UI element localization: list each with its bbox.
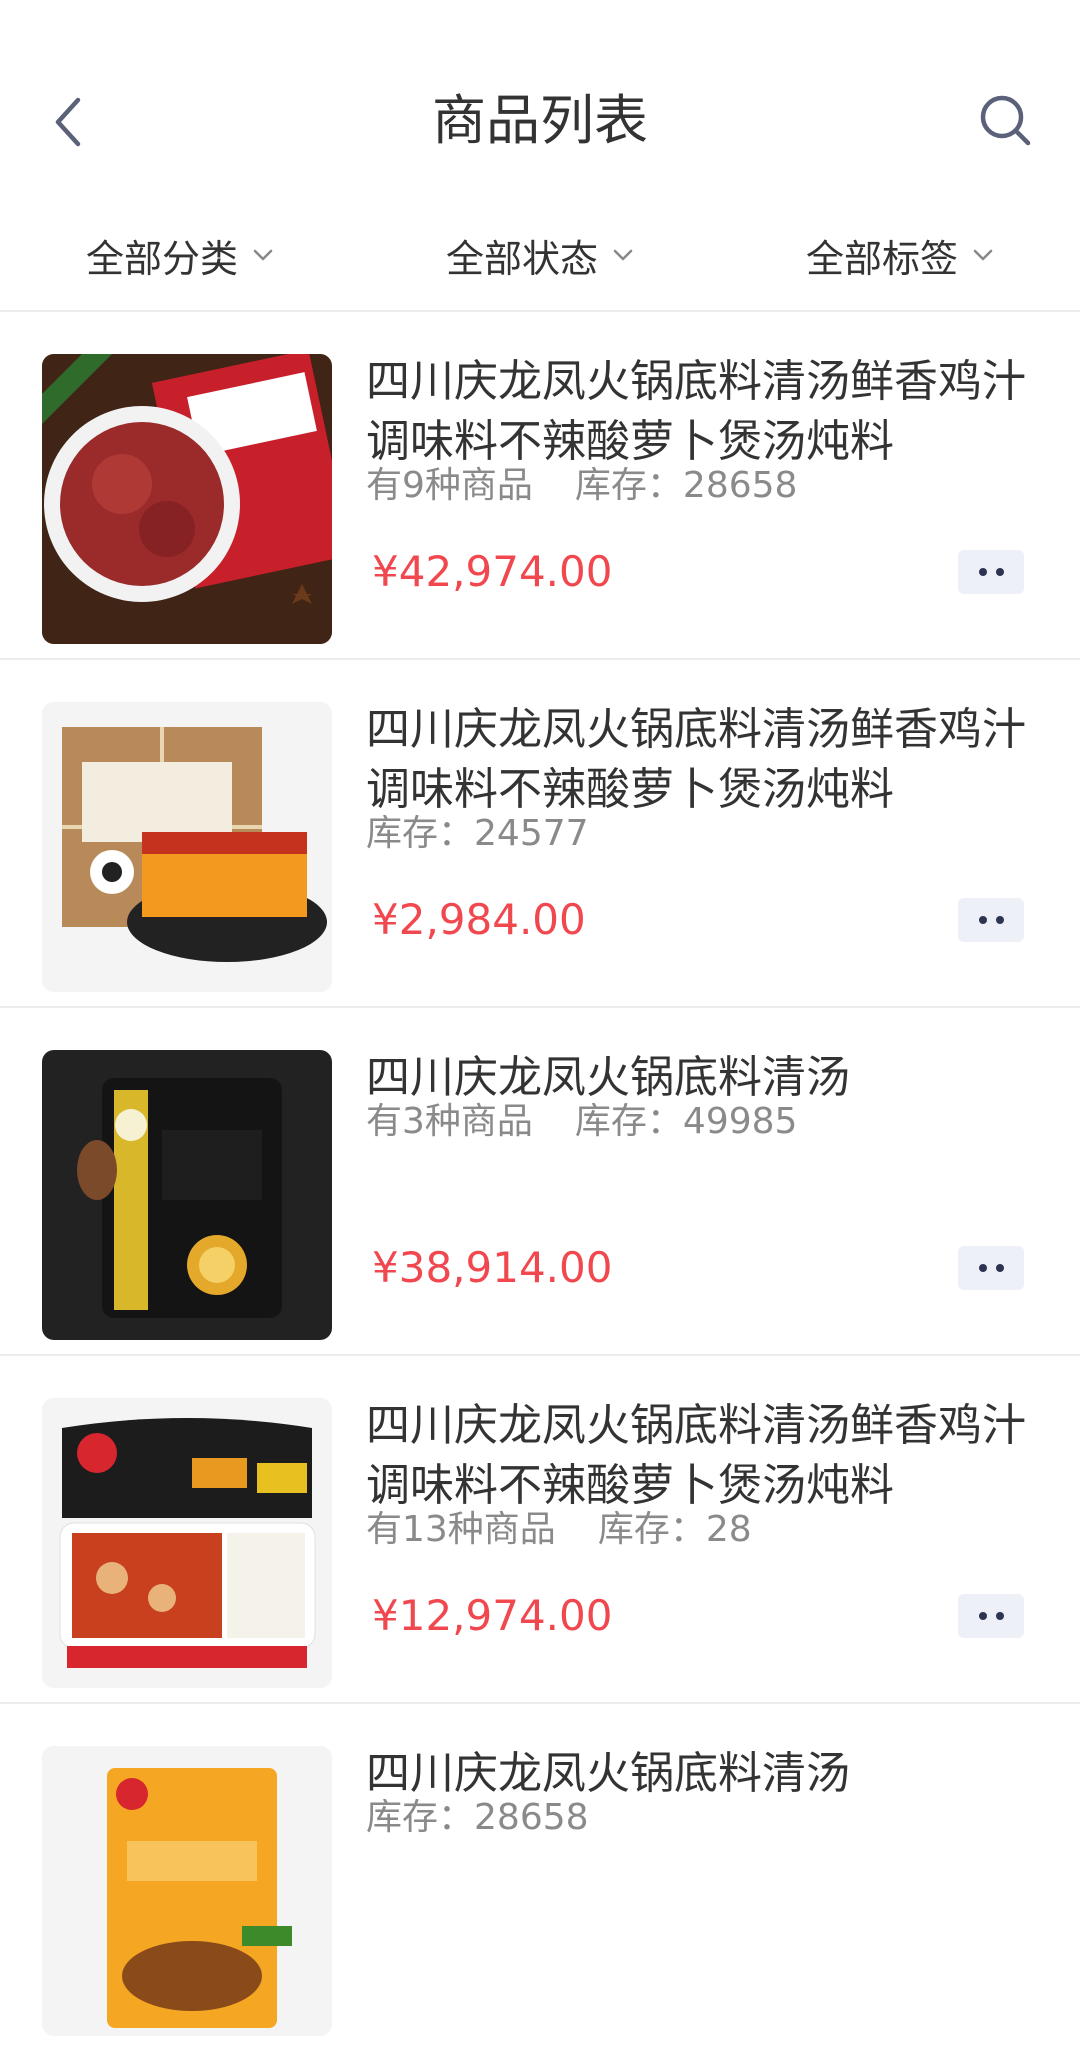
product-meta: 库存：24577 [366, 810, 589, 858]
product-variants: 有9种商品 [366, 465, 533, 506]
more-dot-icon [995, 916, 1004, 924]
search-icon [980, 95, 1031, 146]
more-button[interactable] [958, 550, 1024, 594]
product-item[interactable]: 四川庆龙凤火锅底料清汤鲜香鸡汁调味料不辣酸萝卜煲汤炖料 有13种商品 库存：28 … [0, 1356, 1080, 1704]
product-meta: 有3种商品 库存：49985 [366, 1098, 797, 1146]
product-name: 四川庆龙凤火锅底料清汤鲜香鸡汁调味料不辣酸萝卜煲汤炖料 [366, 1400, 1026, 1511]
filter-bar: 全部分类 全部状态 全部标签 [0, 210, 1080, 300]
product-stock: 24577 [474, 813, 589, 854]
product-stock: 28658 [474, 1797, 589, 1838]
filter-status-label: 全部状态 [445, 236, 598, 281]
more-button[interactable] [958, 898, 1024, 942]
product-meta: 有9种商品 库存：28658 [366, 462, 797, 510]
product-stock-label: 库存： [366, 1797, 475, 1838]
product-price: ¥2,984.00 [372, 895, 586, 944]
product-variants: 有13种商品 [366, 1509, 556, 1550]
peppercorn-product-image [42, 354, 332, 644]
more-dot-icon [995, 1264, 1004, 1272]
product-list: 四川庆龙凤火锅底料清汤鲜香鸡汁调味料不辣酸萝卜煲汤炖料 有9种商品 库存：2865… [0, 312, 1080, 2050]
product-stock-label: 库存： [574, 1101, 683, 1142]
product-price: ¥38,914.00 [372, 1243, 613, 1292]
hotpot-box-product-image [42, 702, 332, 992]
chevron-down-icon [252, 248, 274, 262]
header: 商品列表 [0, 0, 1080, 190]
chevron-down-icon [972, 248, 994, 262]
hotpot-bag-product-image [42, 1746, 332, 2036]
more-dot-icon [995, 1612, 1004, 1620]
curry-pack-product-image [42, 1050, 332, 1340]
filter-tag[interactable]: 全部标签 [720, 210, 1080, 300]
product-variants: 有3种商品 [366, 1101, 533, 1142]
more-dot-icon [978, 1264, 987, 1272]
product-item[interactable]: 四川庆龙凤火锅底料清汤 有3种商品 库存：49985 ¥38,914.00 [0, 1008, 1080, 1356]
filter-category[interactable]: 全部分类 [0, 210, 360, 300]
product-meta: 有13种商品 库存：28 [366, 1506, 752, 1554]
product-name: 四川庆龙凤火锅底料清汤鲜香鸡汁调味料不辣酸萝卜煲汤炖料 [366, 356, 1026, 467]
more-dot-icon [978, 568, 987, 576]
filter-category-label: 全部分类 [85, 236, 238, 281]
product-item[interactable]: 四川庆龙凤火锅底料清汤鲜香鸡汁调味料不辣酸萝卜煲汤炖料 有9种商品 库存：2865… [0, 312, 1080, 660]
product-stock: 28 [705, 1509, 752, 1550]
product-stock-label: 库存： [597, 1509, 706, 1550]
filter-status[interactable]: 全部状态 [360, 210, 720, 300]
self-heating-pot-product-image [42, 1398, 332, 1688]
more-button[interactable] [958, 1594, 1024, 1638]
product-stock-label: 库存： [366, 813, 475, 854]
more-dot-icon [978, 916, 987, 924]
product-item[interactable]: 四川庆龙凤火锅底料清汤 库存：28658 [0, 1704, 1080, 2050]
product-item[interactable]: 四川庆龙凤火锅底料清汤鲜香鸡汁调味料不辣酸萝卜煲汤炖料 库存：24577 ¥2,… [0, 660, 1080, 1008]
more-dot-icon [995, 568, 1004, 576]
filter-tag-label: 全部标签 [805, 236, 958, 281]
page-title: 商品列表 [432, 89, 648, 152]
product-stock-label: 库存： [574, 465, 683, 506]
product-meta: 库存：28658 [366, 1794, 589, 1842]
more-dot-icon [978, 1612, 987, 1620]
more-button[interactable] [958, 1246, 1024, 1290]
product-price: ¥12,974.00 [372, 1591, 613, 1640]
chevron-down-icon [612, 248, 634, 262]
product-stock: 28658 [682, 465, 798, 506]
product-name: 四川庆龙凤火锅底料清汤鲜香鸡汁调味料不辣酸萝卜煲汤炖料 [366, 704, 1026, 815]
product-price: ¥42,974.00 [372, 547, 613, 596]
search-button[interactable] [970, 85, 1040, 155]
product-stock: 49985 [682, 1101, 798, 1142]
